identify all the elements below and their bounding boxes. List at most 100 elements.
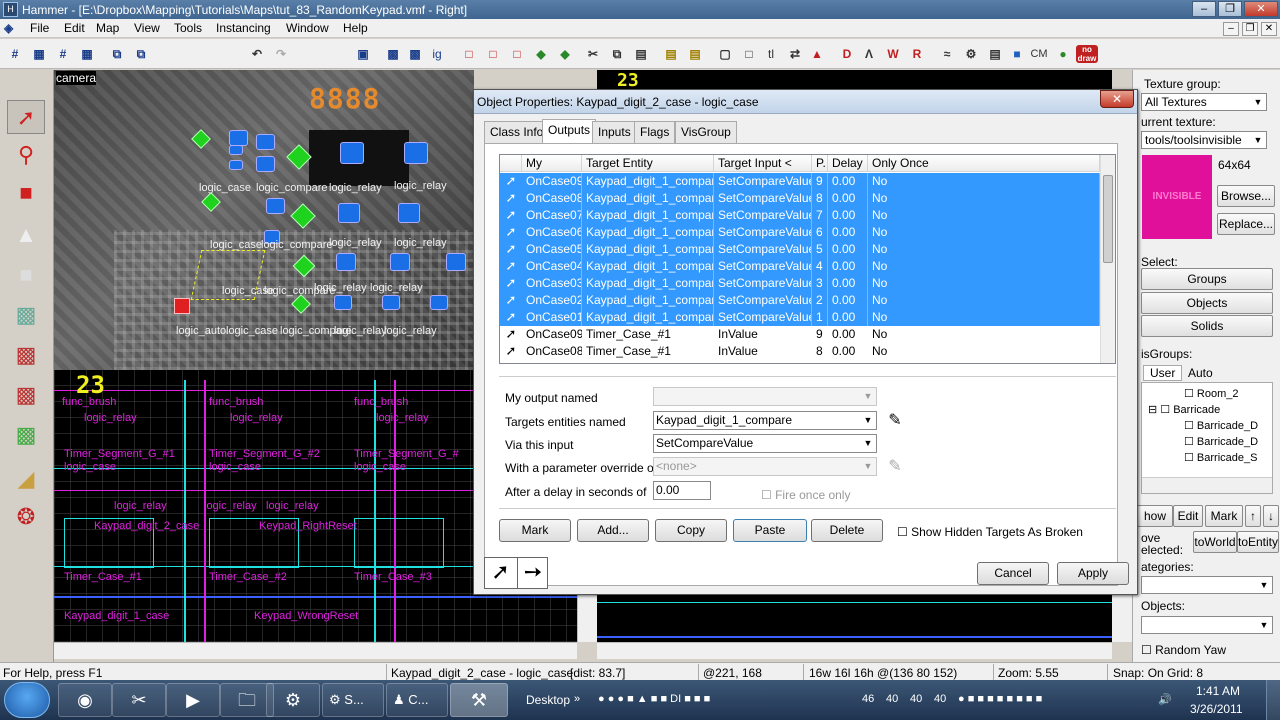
my-output-select[interactable]: ▼	[653, 387, 877, 406]
tab-visgroup-auto[interactable]: Auto	[1188, 366, 1213, 380]
tab-visgroup[interactable]: VisGroup	[675, 121, 737, 143]
header-only-once[interactable]: Only Once	[868, 155, 1100, 172]
compile-icon[interactable]: ⚙	[962, 45, 980, 63]
header-delay[interactable]: Delay	[828, 155, 868, 172]
show-icon[interactable]: □	[484, 45, 502, 63]
fire-once-checkbox[interactable]: ☐ Fire once only	[761, 488, 850, 502]
output-row[interactable]: ➚ OnCase07 Kaypad_digit_1_compare SetCompar…	[500, 207, 1100, 224]
outputs-list-scrollbar[interactable]	[1100, 155, 1115, 363]
output-row[interactable]: ➚ OnCase09 Kaypad_digit_1_compare SetCompar…	[500, 173, 1100, 190]
to-entity-button[interactable]: toEntity	[1237, 531, 1279, 553]
check-problems-icon[interactable]: ≈	[938, 45, 956, 63]
entity-case-1c[interactable]	[229, 160, 243, 170]
mdi-minimize-icon[interactable]: –	[1223, 22, 1239, 36]
inputs-connection-icon[interactable]: ➙	[517, 558, 548, 588]
output-row[interactable]: ➚ OnCase04 Kaypad_digit_1_compare SetCompar…	[500, 258, 1100, 275]
output-row[interactable]: ➚ OnCase06 Kaypad_digit_1_compare SetCompar…	[500, 224, 1100, 241]
show-button[interactable]: how	[1137, 505, 1173, 527]
entity-relay-2b[interactable]	[398, 203, 420, 223]
grid-small-icon[interactable]: ▦	[30, 45, 48, 63]
cordon-icon[interactable]: W	[884, 45, 902, 63]
show-hidden-targets-checkbox[interactable]: ☐ Show Hidden Targets As Broken	[897, 525, 1083, 539]
texture-group-select[interactable]: All Textures ▼	[1141, 93, 1267, 111]
tray-icons[interactable]: ● ● ● ■ ▲ ■ ■ DI ■ ■ ■	[598, 693, 710, 705]
tab-visgroup-user[interactable]: User	[1143, 365, 1183, 381]
document-icon[interactable]: ◈	[4, 21, 13, 35]
output-row[interactable]: ➚ OnCase08 Kaypad_digit_1_compare SetCompar…	[500, 190, 1100, 207]
entity-relay-4c[interactable]	[430, 295, 448, 310]
tree-item-room-2[interactable]: ☐ Room_2	[1184, 387, 1239, 400]
tab-flags[interactable]: Flags	[634, 121, 676, 143]
viewport-label-camera[interactable]: camera	[56, 71, 97, 85]
undo-icon[interactable]: ↶	[248, 45, 266, 63]
grid-hash-icon[interactable]: #	[54, 45, 72, 63]
copy-button[interactable]: Copy	[655, 519, 727, 542]
cubemap-icon[interactable]: CM	[1030, 45, 1048, 63]
snipping-tool-icon[interactable]: ✂	[112, 683, 166, 717]
select-groups-button[interactable]: Groups	[1141, 268, 1273, 290]
edit-button[interactable]: Edit	[1173, 505, 1203, 527]
ignore-group-icon[interactable]: ig	[428, 45, 446, 63]
grid-large-icon[interactable]: ▦	[78, 45, 96, 63]
tree-item-barricade-d1[interactable]: ☐ Barricade_D	[1184, 419, 1258, 432]
taskbar-hammer-window[interactable]: ⚒	[450, 683, 508, 717]
menu-map[interactable]: Map	[96, 21, 119, 35]
output-row[interactable]: ➚ OnCase05 Kaypad_digit_1_compare SetCompar…	[500, 241, 1100, 258]
select-solids-button[interactable]: Solids	[1141, 315, 1273, 337]
tray-more-icons[interactable]: ● ■ ■ ■ ■ ■ ■ ■ ■	[958, 693, 1042, 705]
media-player-icon[interactable]: ▶	[166, 683, 220, 717]
delete-button[interactable]: Delete	[811, 519, 883, 542]
categories-select[interactable]: ▼	[1141, 576, 1273, 594]
viewport-3d[interactable]: camera 8888 logic_case logic_compare log…	[54, 70, 474, 370]
output-row[interactable]: ➚OnCase07Timer_Case_#1InValue70.00No	[500, 360, 1100, 364]
objects-select[interactable]: ▼	[1141, 616, 1273, 634]
mark-button[interactable]: Mark	[1205, 505, 1243, 527]
tree-item-barricade-s[interactable]: ☐ Barricade_S	[1184, 451, 1257, 464]
viewport-front-vertical-scrollbar[interactable]	[1112, 592, 1132, 642]
desktop-toolbar[interactable]: Desktop	[526, 693, 570, 707]
map-entities-icon[interactable]: R	[908, 45, 926, 63]
close-button[interactable]: ✕	[1244, 1, 1278, 17]
clock-time[interactable]: 1:41 AM	[1196, 684, 1240, 698]
eyedropper-icon[interactable]: ✎	[883, 410, 907, 432]
copy-icon[interactable]: ⧉	[608, 45, 626, 63]
steam-icon[interactable]: ⚙	[266, 683, 320, 717]
ungroup-icon[interactable]: ▩	[406, 45, 424, 63]
entity-relay-3c[interactable]	[446, 253, 466, 271]
taskbar-steam-window[interactable]: ⚙ S...	[322, 683, 384, 717]
viewport-front-horizontal-scrollbar[interactable]	[597, 642, 1112, 659]
carve-icon[interactable]: ▣	[354, 45, 372, 63]
move-up-icon[interactable]: ↑	[1245, 505, 1261, 527]
restore-button[interactable]: ❐	[1218, 1, 1242, 17]
texture-lock-icon[interactable]: ▤	[662, 45, 680, 63]
viewport-front[interactable]	[597, 592, 1112, 642]
header-my-output[interactable]: My Output	[522, 155, 582, 186]
map-info-icon[interactable]: ▤	[986, 45, 1004, 63]
header-parameter[interactable]: P.	[812, 155, 828, 172]
move-down-icon[interactable]: ↓	[1263, 505, 1279, 527]
apply-current-texture-icon[interactable]: ▩	[7, 338, 45, 372]
tray-chevron-icon[interactable]: »	[574, 693, 580, 705]
group-icon[interactable]: ▩	[384, 45, 402, 63]
header-target-entity[interactable]: Target Entity	[582, 155, 714, 172]
outputs-connection-icon[interactable]: ➚	[485, 558, 516, 588]
show-desktop-button[interactable]	[1266, 680, 1280, 720]
minimize-button[interactable]: –	[1192, 1, 1216, 17]
cut-icon[interactable]: ✂	[584, 45, 602, 63]
delay-input[interactable]: 0.00	[653, 481, 711, 500]
paste-icon[interactable]: ▤	[632, 45, 650, 63]
flip-icon[interactable]: ▲	[808, 45, 826, 63]
visgroup-show-icon[interactable]: ◆	[556, 45, 574, 63]
volume-icon[interactable]: 🔊	[1158, 693, 1172, 706]
entity-case-1b[interactable]	[229, 145, 243, 155]
clock-date[interactable]: 3/26/2011	[1190, 702, 1243, 716]
current-texture-select[interactable]: tools/toolsinvisible ▼	[1141, 131, 1267, 149]
entity-relay-4[interactable]	[334, 295, 352, 310]
outputs-list[interactable]: My Output Target Entity Target Input < P…	[499, 154, 1116, 364]
tree-item-barricade-d2[interactable]: ☐ Barricade_D	[1184, 435, 1258, 448]
header-target-input[interactable]: Target Input <	[714, 155, 812, 172]
entity-compare-1b[interactable]	[256, 156, 275, 172]
menu-help[interactable]: Help	[343, 21, 368, 35]
menu-window[interactable]: Window	[286, 21, 329, 35]
menu-edit[interactable]: Edit	[64, 21, 85, 35]
